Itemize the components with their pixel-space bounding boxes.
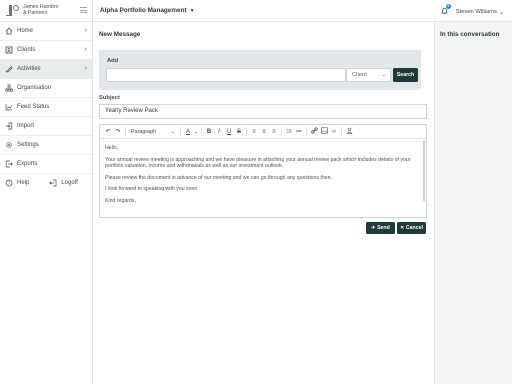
- code-icon[interactable]: ‹›: [329, 129, 339, 135]
- sidebar-item-import[interactable]: Import: [0, 117, 92, 136]
- logoff-label: Logoff: [61, 180, 78, 186]
- send-button[interactable]: ✈ Send: [366, 222, 395, 234]
- sidebar-item-label: Settings: [17, 142, 39, 148]
- sidebar-item-label: Activities: [17, 66, 41, 72]
- conversation-panel: In this conversation: [434, 22, 512, 384]
- sidebar-item-label: Exports: [17, 161, 38, 167]
- subject-label: Subject: [99, 95, 120, 101]
- paragraph-style-select[interactable]: Paragraph ⌄: [128, 129, 178, 135]
- numbered-list-icon[interactable]: ≔: [294, 128, 304, 135]
- italic-icon[interactable]: I: [214, 129, 224, 135]
- search-button[interactable]: Search: [393, 68, 418, 82]
- message-paragraph: Kind regards,: [105, 197, 136, 204]
- chevron-right-icon: ›: [84, 46, 87, 53]
- image-icon[interactable]: [319, 127, 329, 136]
- hamburger-menu-icon[interactable]: [80, 7, 87, 15]
- gear-icon: [5, 141, 13, 149]
- sidebar-item-label: Clients: [17, 47, 36, 53]
- font-color-icon[interactable]: A: [183, 129, 193, 135]
- editor-content[interactable]: Hello, Your annual review meeting is app…: [100, 139, 426, 218]
- sidebar-item-label: Organisation: [17, 85, 52, 91]
- notification-count-badge: 5: [445, 4, 451, 9]
- chevron-down-icon[interactable]: ⌄: [499, 9, 504, 16]
- sidebar-nav: Home › Clients › Activities › Organisati…: [0, 22, 92, 174]
- sidebar-item-home[interactable]: Home ›: [0, 22, 92, 41]
- chevron-right-icon: ›: [84, 65, 87, 72]
- app-title[interactable]: Alpha Portfolio Management: [100, 7, 187, 14]
- underline-icon[interactable]: U: [224, 129, 234, 135]
- home-icon: [5, 27, 13, 35]
- sidebar-item-settings[interactable]: Settings: [0, 136, 92, 155]
- send-label: Send: [377, 225, 390, 231]
- recipient-type-value: Client: [352, 72, 367, 78]
- chevron-down-icon[interactable]: ▼: [190, 8, 195, 14]
- new-message-panel: New Message Add Client ⌄ Search Subject …: [93, 22, 434, 384]
- message-paragraph: Your annual review meeting is approachin…: [105, 156, 411, 169]
- activities-icon: [5, 65, 13, 73]
- sidebar-item-organisation[interactable]: Organisation: [0, 79, 92, 98]
- link-icon[interactable]: [309, 127, 319, 136]
- topbar: Alpha Portfolio Management ▼ 5 Steven Wi…: [93, 0, 512, 22]
- align-left-icon[interactable]: ≡: [249, 129, 259, 135]
- paragraph-style-value: Paragraph: [131, 128, 157, 135]
- chevron-right-icon: ›: [84, 27, 87, 34]
- brand-line-2: & Partners: [23, 9, 48, 16]
- help-link[interactable]: ? Help: [5, 179, 29, 187]
- logoff-icon: [49, 179, 57, 187]
- message-editor: ↶ ↷ Paragraph ⌄ A ⌄ B I U S ≡ ≡ ≡ ⁝≡ ≔ ‹…: [99, 124, 427, 218]
- chevron-down-icon: ⌄: [381, 72, 386, 78]
- bullet-list-icon[interactable]: ⁝≡: [284, 128, 294, 135]
- exports-icon: [5, 160, 13, 168]
- cancel-button[interactable]: ✕ Cancel: [397, 222, 426, 234]
- redo-icon[interactable]: ↷: [113, 128, 123, 135]
- message-paragraph: I look forward to speaking with you soon…: [105, 186, 199, 193]
- feed-status-icon: [5, 103, 13, 111]
- sidebar-footer: ? Help Logoff: [0, 174, 92, 192]
- help-label: Help: [17, 180, 30, 186]
- import-icon: [5, 122, 13, 130]
- clients-icon: [5, 46, 13, 54]
- brand-logo[interactable]: James Hambro & Partners: [0, 0, 92, 22]
- user-area: 5 Steven Williams ⌄: [441, 4, 504, 17]
- add-recipient-input[interactable]: [106, 68, 346, 82]
- editor-scrollbar[interactable]: [423, 141, 425, 201]
- add-recipient-panel: Add Client ⌄ Search: [99, 50, 421, 90]
- user-menu[interactable]: Steven Williams: [456, 9, 497, 15]
- sidebar-item-activities[interactable]: Activities ›: [0, 60, 92, 79]
- sidebar-item-exports[interactable]: Exports: [0, 155, 92, 174]
- undo-icon[interactable]: ↶: [103, 128, 113, 135]
- align-right-icon[interactable]: ≡: [269, 129, 279, 135]
- bold-icon[interactable]: B: [204, 129, 214, 135]
- close-icon: ✕: [400, 225, 405, 231]
- strikethrough-icon[interactable]: S: [234, 129, 244, 135]
- sidebar: James Hambro & Partners Home › Clients ›…: [0, 0, 93, 384]
- logo-mark-icon: [6, 4, 20, 17]
- recipient-type-select[interactable]: Client ⌄: [346, 68, 391, 82]
- subject-input[interactable]: Yearly Review Pack: [99, 104, 427, 119]
- user-placeholder-icon[interactable]: [344, 127, 354, 136]
- organisation-icon: [5, 84, 13, 92]
- sidebar-item-label: Import: [17, 123, 35, 129]
- message-paragraph: Please review the document in advance of…: [105, 174, 332, 181]
- help-icon: ?: [5, 179, 13, 187]
- svg-text:?: ?: [8, 181, 11, 186]
- sidebar-item-feed-status[interactable]: Feed Status: [0, 98, 92, 117]
- sidebar-item-label: Home: [17, 28, 34, 34]
- chevron-down-icon[interactable]: ⌄: [193, 129, 199, 135]
- logoff-link[interactable]: Logoff: [49, 179, 78, 187]
- editor-toolbar: ↶ ↷ Paragraph ⌄ A ⌄ B I U S ≡ ≡ ≡ ⁝≡ ≔ ‹…: [100, 125, 426, 139]
- sidebar-item-clients[interactable]: Clients ›: [0, 41, 92, 60]
- page-title: New Message: [99, 31, 141, 38]
- send-icon: ✈: [371, 225, 376, 231]
- notifications-button[interactable]: 5: [441, 4, 451, 17]
- chevron-down-icon: ⌄: [170, 128, 175, 135]
- add-label: Add: [107, 58, 119, 64]
- align-center-icon[interactable]: ≡: [259, 129, 269, 135]
- conversation-title: In this conversation: [440, 31, 500, 38]
- message-paragraph: Hello,: [105, 145, 119, 151]
- sidebar-item-label: Feed Status: [17, 104, 50, 110]
- cancel-label: Cancel: [405, 225, 423, 231]
